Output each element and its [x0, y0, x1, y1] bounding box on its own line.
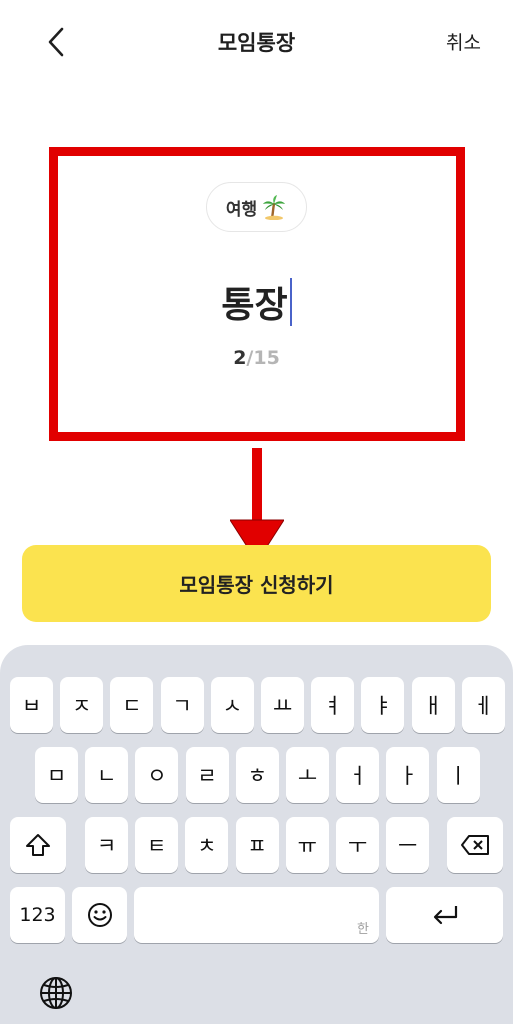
space-language-hint: 한 — [357, 922, 369, 937]
page-title: 모임통장 — [217, 31, 296, 55]
account-name-field[interactable]: 통장 — [0, 276, 513, 328]
key-row2-8[interactable]: ㅣ — [436, 747, 480, 803]
category-tag-label: 여행 — [225, 199, 258, 220]
top-bar: 모임통장 취소 — [0, 0, 513, 84]
key-row2-5[interactable]: ㅗ — [286, 747, 329, 803]
cancel-button[interactable]: 취소 — [446, 28, 481, 55]
return-key[interactable] — [386, 887, 503, 943]
text-caret — [289, 278, 292, 326]
key-row2-3[interactable]: ㄹ — [185, 747, 229, 803]
key-row2-0[interactable]: ㅁ — [35, 747, 78, 803]
character-max: /15 — [246, 347, 280, 369]
key-row3-6[interactable]: ㅡ — [386, 817, 430, 873]
key-row2-1[interactable]: ㄴ — [85, 747, 129, 803]
key-row1-8[interactable]: ㅐ — [411, 677, 455, 733]
globe-icon — [40, 977, 72, 1009]
shift-key[interactable] — [10, 817, 66, 873]
key-row3-2[interactable]: ㅊ — [185, 817, 229, 873]
apply-group-account-button[interactable]: 모임통장 신청하기 — [22, 545, 491, 622]
shift-icon — [26, 834, 50, 856]
key-row1-1[interactable]: ㅈ — [60, 677, 104, 733]
backspace-icon — [461, 835, 489, 855]
account-name-input[interactable]: 통장 — [221, 276, 287, 328]
key-row2-4[interactable]: ㅎ — [235, 747, 279, 803]
korean-keyboard: ㅂㅈㄷㄱㅅㅛㅕㅑㅐㅔ ㅁㄴㅇㄹㅎㅗㅓㅏㅣ ㅋㅌㅊㅍㅠㅜㅡ 123 한 — [0, 645, 513, 1024]
emoji-icon — [87, 903, 112, 927]
key-row1-3[interactable]: ㄱ — [160, 677, 204, 733]
key-row1-2[interactable]: ㄷ — [110, 677, 154, 733]
emoji-key[interactable] — [72, 887, 127, 943]
key-row2-6[interactable]: ㅓ — [336, 747, 380, 803]
character-count: 2 — [233, 347, 247, 369]
space-key[interactable]: 한 — [134, 887, 379, 943]
numbers-key[interactable]: 123 — [10, 887, 65, 943]
category-tag-chip[interactable]: 여행 — [206, 182, 307, 232]
palm-tree-icon — [263, 195, 286, 220]
key-row1-6[interactable]: ㅕ — [311, 677, 355, 733]
key-row1-5[interactable]: ㅛ — [261, 677, 304, 733]
key-row3-3[interactable]: ㅍ — [235, 817, 279, 873]
key-row3-4[interactable]: ㅠ — [285, 817, 329, 873]
key-row2-2[interactable]: ㅇ — [135, 747, 179, 803]
key-row2-7[interactable]: ㅏ — [386, 747, 430, 803]
key-row1-0[interactable]: ㅂ — [10, 677, 53, 733]
globe-key[interactable] — [36, 973, 76, 1013]
return-icon — [433, 906, 457, 925]
key-row3-1[interactable]: ㅌ — [135, 817, 179, 873]
key-row1-9[interactable]: ㅔ — [461, 677, 505, 733]
key-row3-0[interactable]: ㅋ — [85, 817, 128, 873]
backspace-key[interactable] — [447, 817, 503, 873]
key-row1-7[interactable]: ㅑ — [361, 677, 405, 733]
key-row3-5[interactable]: ㅜ — [336, 817, 379, 873]
key-row1-4[interactable]: ㅅ — [210, 677, 254, 733]
character-counter: 2/15 — [0, 347, 513, 369]
